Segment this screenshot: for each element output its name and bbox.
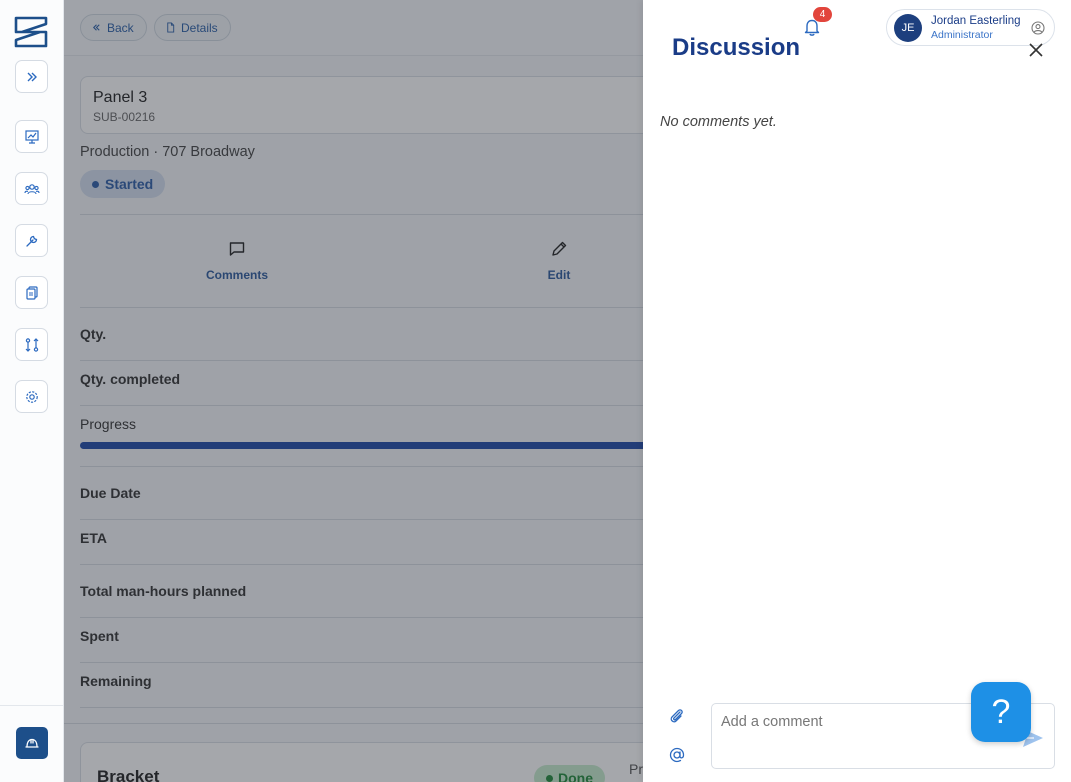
sidebar-item-tools[interactable] [15,224,48,257]
sidebar-footer [0,705,64,782]
notification-count-badge: 4 [813,7,832,22]
sidebar-item-workflow[interactable] [15,328,48,361]
copy-document-icon [25,285,38,300]
user-name: Jordan Easterling [931,15,1021,27]
sidebar-item-settings[interactable] [15,380,48,413]
sidebar-item-documents[interactable] [15,276,48,309]
empty-comments-text: No comments yet. [660,114,777,130]
user-role: Administrator [931,29,993,41]
hard-hat-icon [25,738,39,748]
users-icon [23,183,40,194]
avatar: JE [894,14,922,42]
site-mode-button[interactable] [16,727,48,759]
paperclip-icon[interactable] [668,707,686,725]
panel-title: Discussion [672,34,801,61]
app-logo-icon[interactable] [14,15,48,49]
presentation-chart-icon [24,129,39,144]
sidebar [0,0,64,782]
discussion-panel: Discussion 4 JE Jordan Easterling Admini… [643,0,1071,782]
sidebar-item-dashboard[interactable] [15,120,48,153]
modal-overlay[interactable] [64,0,707,782]
close-icon[interactable] [1026,38,1046,58]
at-mention-icon[interactable] [668,746,686,764]
expand-sidebar-button[interactable] [15,60,48,93]
git-compare-icon [25,337,38,352]
gear-icon [25,390,38,403]
sidebar-item-teams[interactable] [15,172,48,205]
double-chevron-right-icon [27,72,37,81]
help-button[interactable]: ? [971,682,1031,742]
wrench-icon [25,235,37,247]
user-circle-icon [1031,21,1045,35]
